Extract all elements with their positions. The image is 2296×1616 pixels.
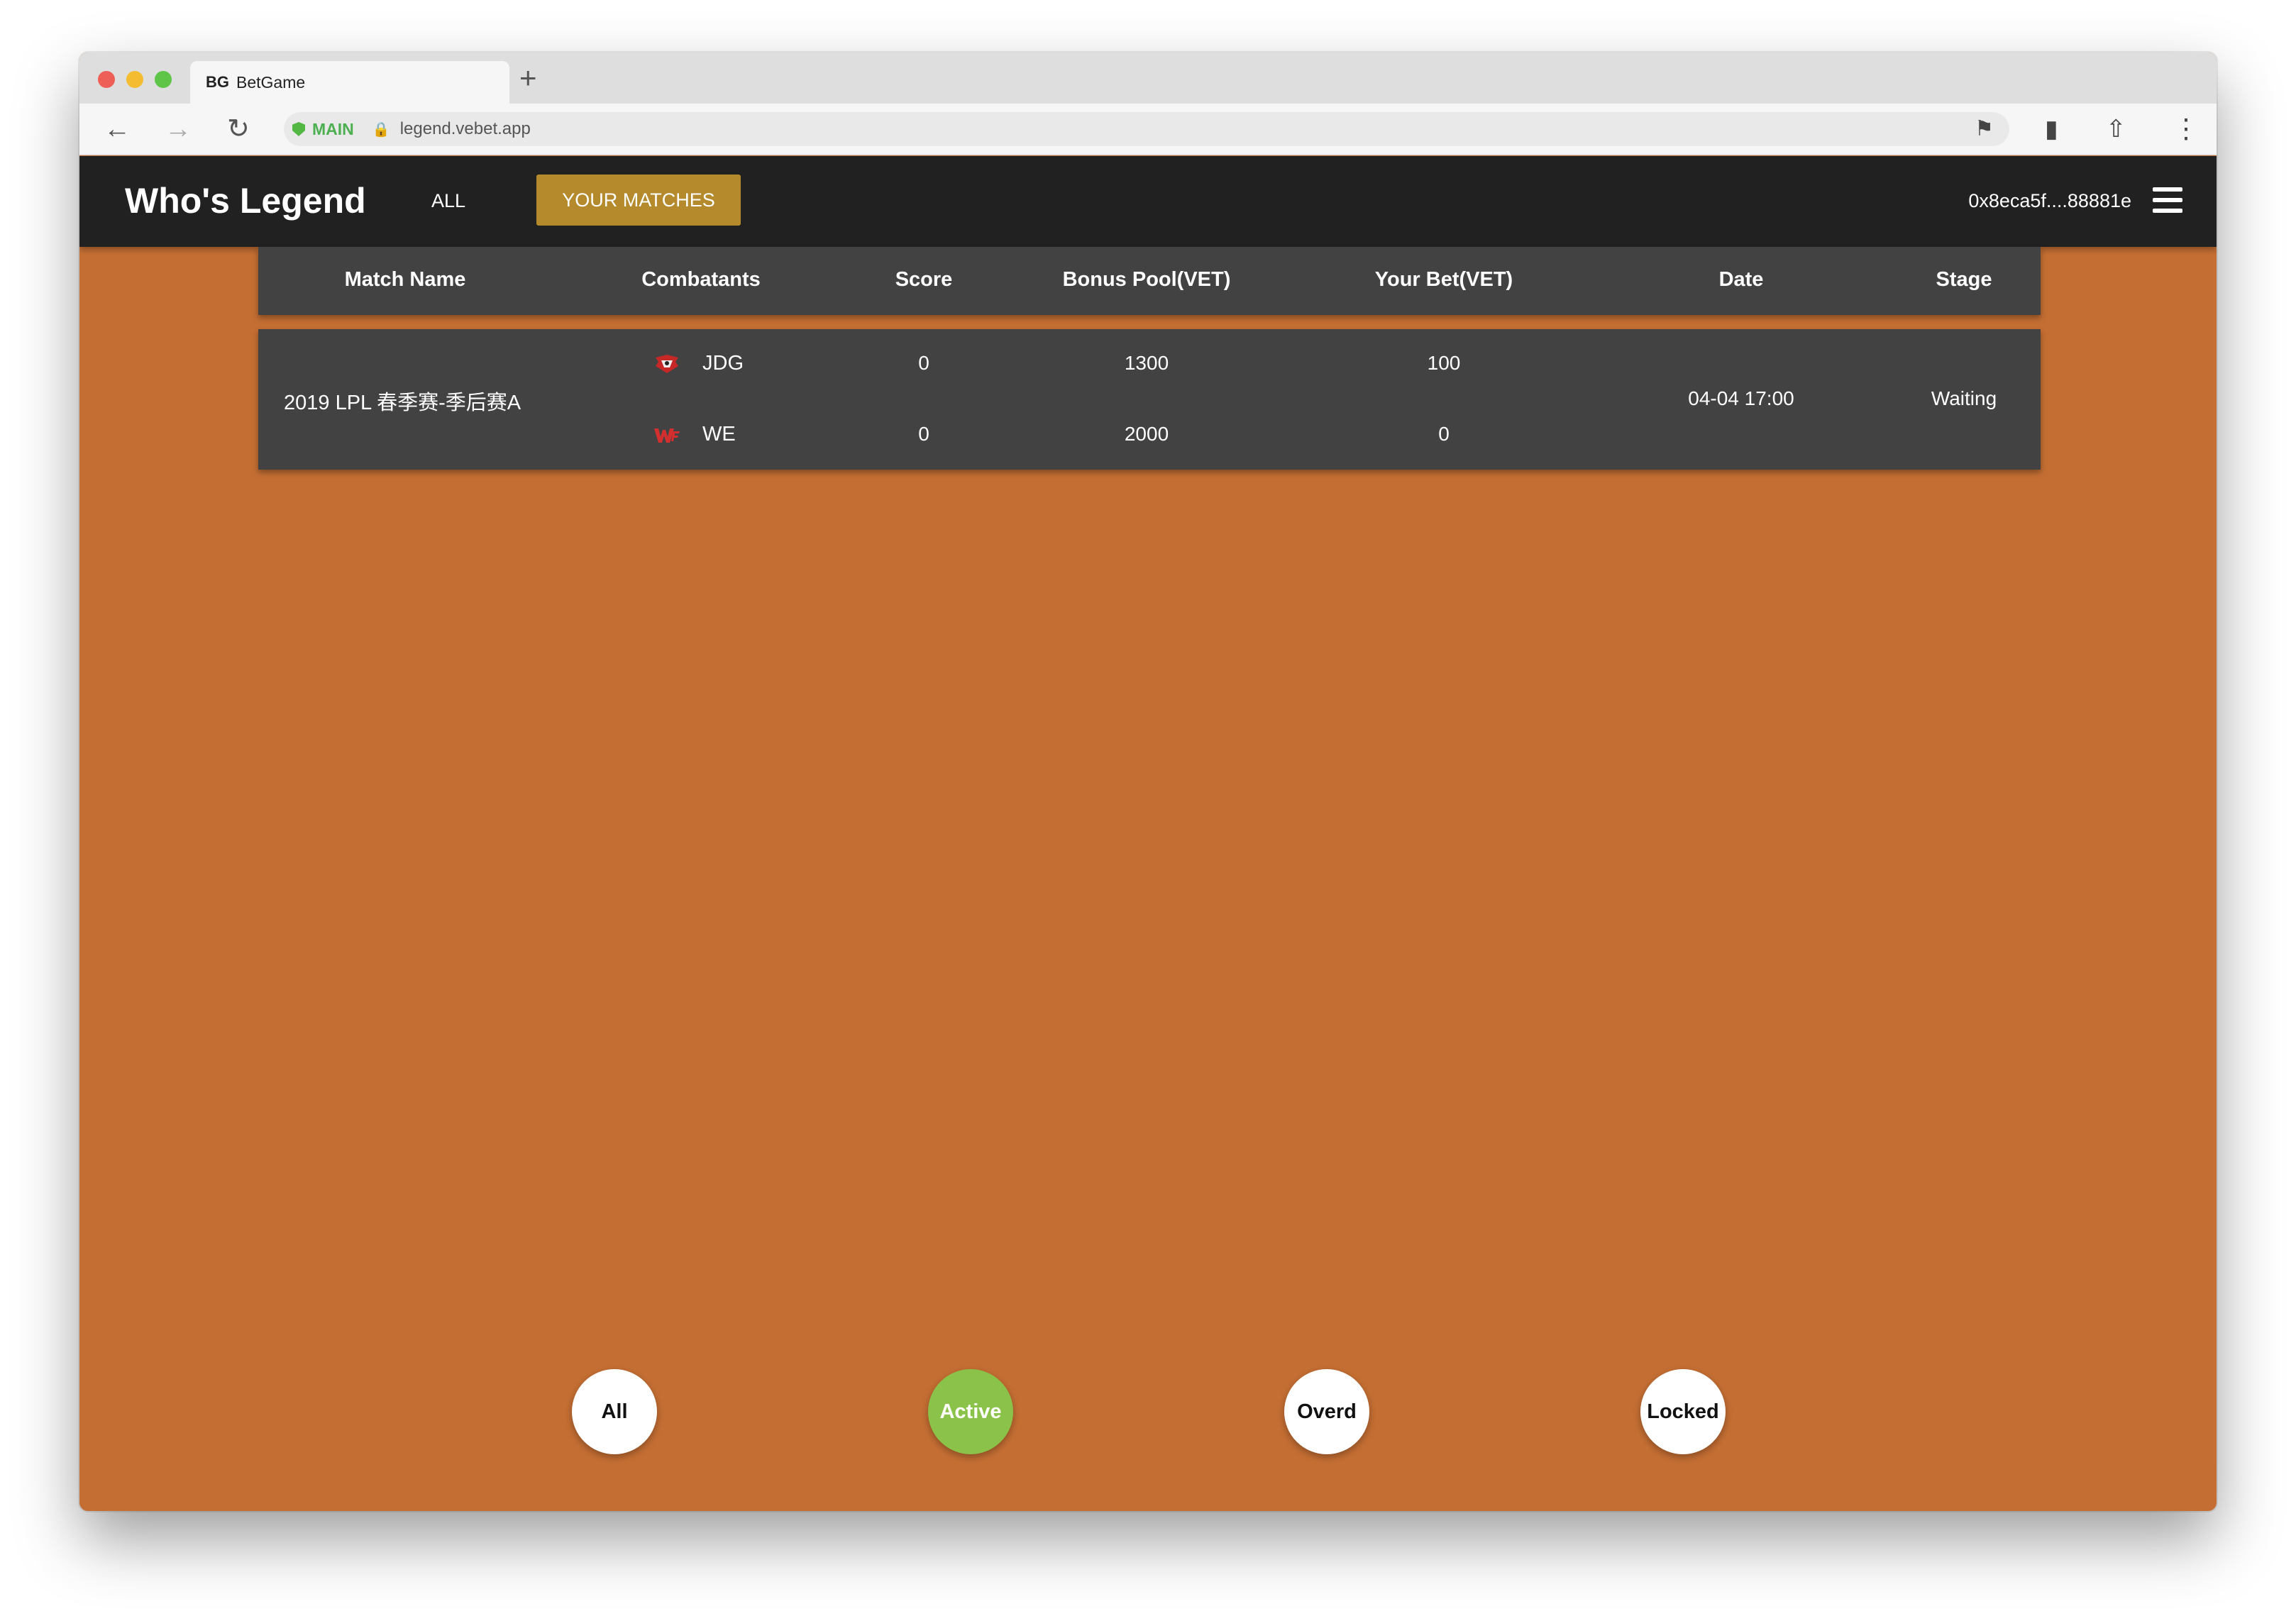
lock-icon: 🔒 bbox=[372, 121, 390, 138]
tab-title: BetGame bbox=[236, 72, 306, 92]
close-window-button[interactable] bbox=[98, 71, 115, 88]
app-header: Who's Legend ALL YOUR MATCHES 0x8eca5f..… bbox=[79, 156, 2217, 247]
column-header: Date bbox=[1718, 268, 1764, 291]
column-header: Match Name bbox=[344, 268, 466, 291]
reload-icon[interactable]: ↻ bbox=[227, 114, 250, 145]
new-tab-button[interactable]: + bbox=[519, 62, 537, 94]
jdg-logo-icon bbox=[653, 353, 681, 375]
nav-your-matches-button[interactable]: YOUR MATCHES bbox=[536, 175, 741, 226]
bookmark-icon[interactable]: ⚑ bbox=[1975, 116, 1994, 141]
score-value: 0 bbox=[918, 423, 929, 445]
match-name: 2019 LPL 春季赛-季后赛A bbox=[284, 392, 521, 414]
url-text: legend.vebet.app bbox=[399, 119, 531, 138]
team-name: JDG bbox=[702, 352, 744, 375]
wallet-address[interactable]: 0x8eca5f....88881e bbox=[1968, 190, 2131, 212]
match-stage: Waiting bbox=[1931, 387, 1997, 409]
minimize-window-button[interactable] bbox=[126, 71, 143, 88]
browser-window: BG BetGame + ← → ↻ MAIN 🔒 legend.vebet.a… bbox=[79, 52, 2217, 1511]
table-row[interactable]: 2019 LPL 春季赛-季后赛A JDG WE 0 0 1300 2000 1… bbox=[258, 329, 2041, 470]
we-logo-icon bbox=[653, 424, 681, 445]
hamburger-menu-icon[interactable] bbox=[2153, 187, 2182, 213]
column-header: Combatants bbox=[641, 268, 761, 291]
browser-toolbar: ← → ↻ MAIN 🔒 legend.vebet.app ⚑ ▮ ⇧ ⋮ bbox=[79, 104, 2217, 155]
column-header: Your Bet(VET) bbox=[1374, 268, 1513, 291]
browser-tab-bar: BG BetGame + bbox=[79, 52, 2217, 104]
column-header: Bonus Pool(VET) bbox=[1062, 268, 1231, 291]
score-value: 0 bbox=[918, 352, 929, 374]
more-menu-icon[interactable]: ⋮ bbox=[2173, 114, 2200, 145]
app-title: Who's Legend bbox=[125, 181, 366, 221]
network-shield-icon bbox=[292, 122, 305, 136]
forward-arrow-icon[interactable]: → bbox=[165, 114, 192, 145]
maximize-window-button[interactable] bbox=[155, 71, 172, 88]
filter-overd-button[interactable]: Overd bbox=[1284, 1369, 1369, 1454]
tab-favicon: BG bbox=[206, 73, 229, 91]
column-header: Stage bbox=[1936, 268, 1992, 291]
browser-tab[interactable]: BG BetGame bbox=[190, 61, 509, 104]
nav-all-link[interactable]: ALL bbox=[431, 190, 465, 212]
filter-locked-button[interactable]: Locked bbox=[1640, 1369, 1726, 1454]
wallet-extension-icon[interactable]: ▮ bbox=[2045, 114, 2058, 145]
bonus-pool-value: 1300 bbox=[1124, 352, 1169, 374]
filter-all-button[interactable]: All bbox=[572, 1369, 657, 1454]
network-badge: MAIN bbox=[312, 119, 354, 138]
column-header: Score bbox=[895, 268, 953, 291]
filter-active-button[interactable]: Active bbox=[928, 1369, 1013, 1454]
your-bet-value: 100 bbox=[1427, 352, 1461, 374]
team-name: WE bbox=[702, 423, 736, 445]
match-date: 04-04 17:00 bbox=[1688, 387, 1794, 409]
address-bar[interactable]: MAIN 🔒 legend.vebet.app ⚑ bbox=[284, 112, 2009, 146]
bonus-pool-value: 2000 bbox=[1124, 423, 1169, 445]
upload-circle-icon[interactable]: ⇧ bbox=[2106, 114, 2126, 145]
combatant-team: JDG bbox=[653, 352, 744, 375]
table-header: Match Name Combatants Score Bonus Pool(V… bbox=[258, 247, 2041, 315]
your-bet-value: 0 bbox=[1438, 423, 1450, 445]
back-arrow-icon[interactable]: ← bbox=[104, 114, 131, 145]
combatant-team: WE bbox=[653, 423, 736, 446]
